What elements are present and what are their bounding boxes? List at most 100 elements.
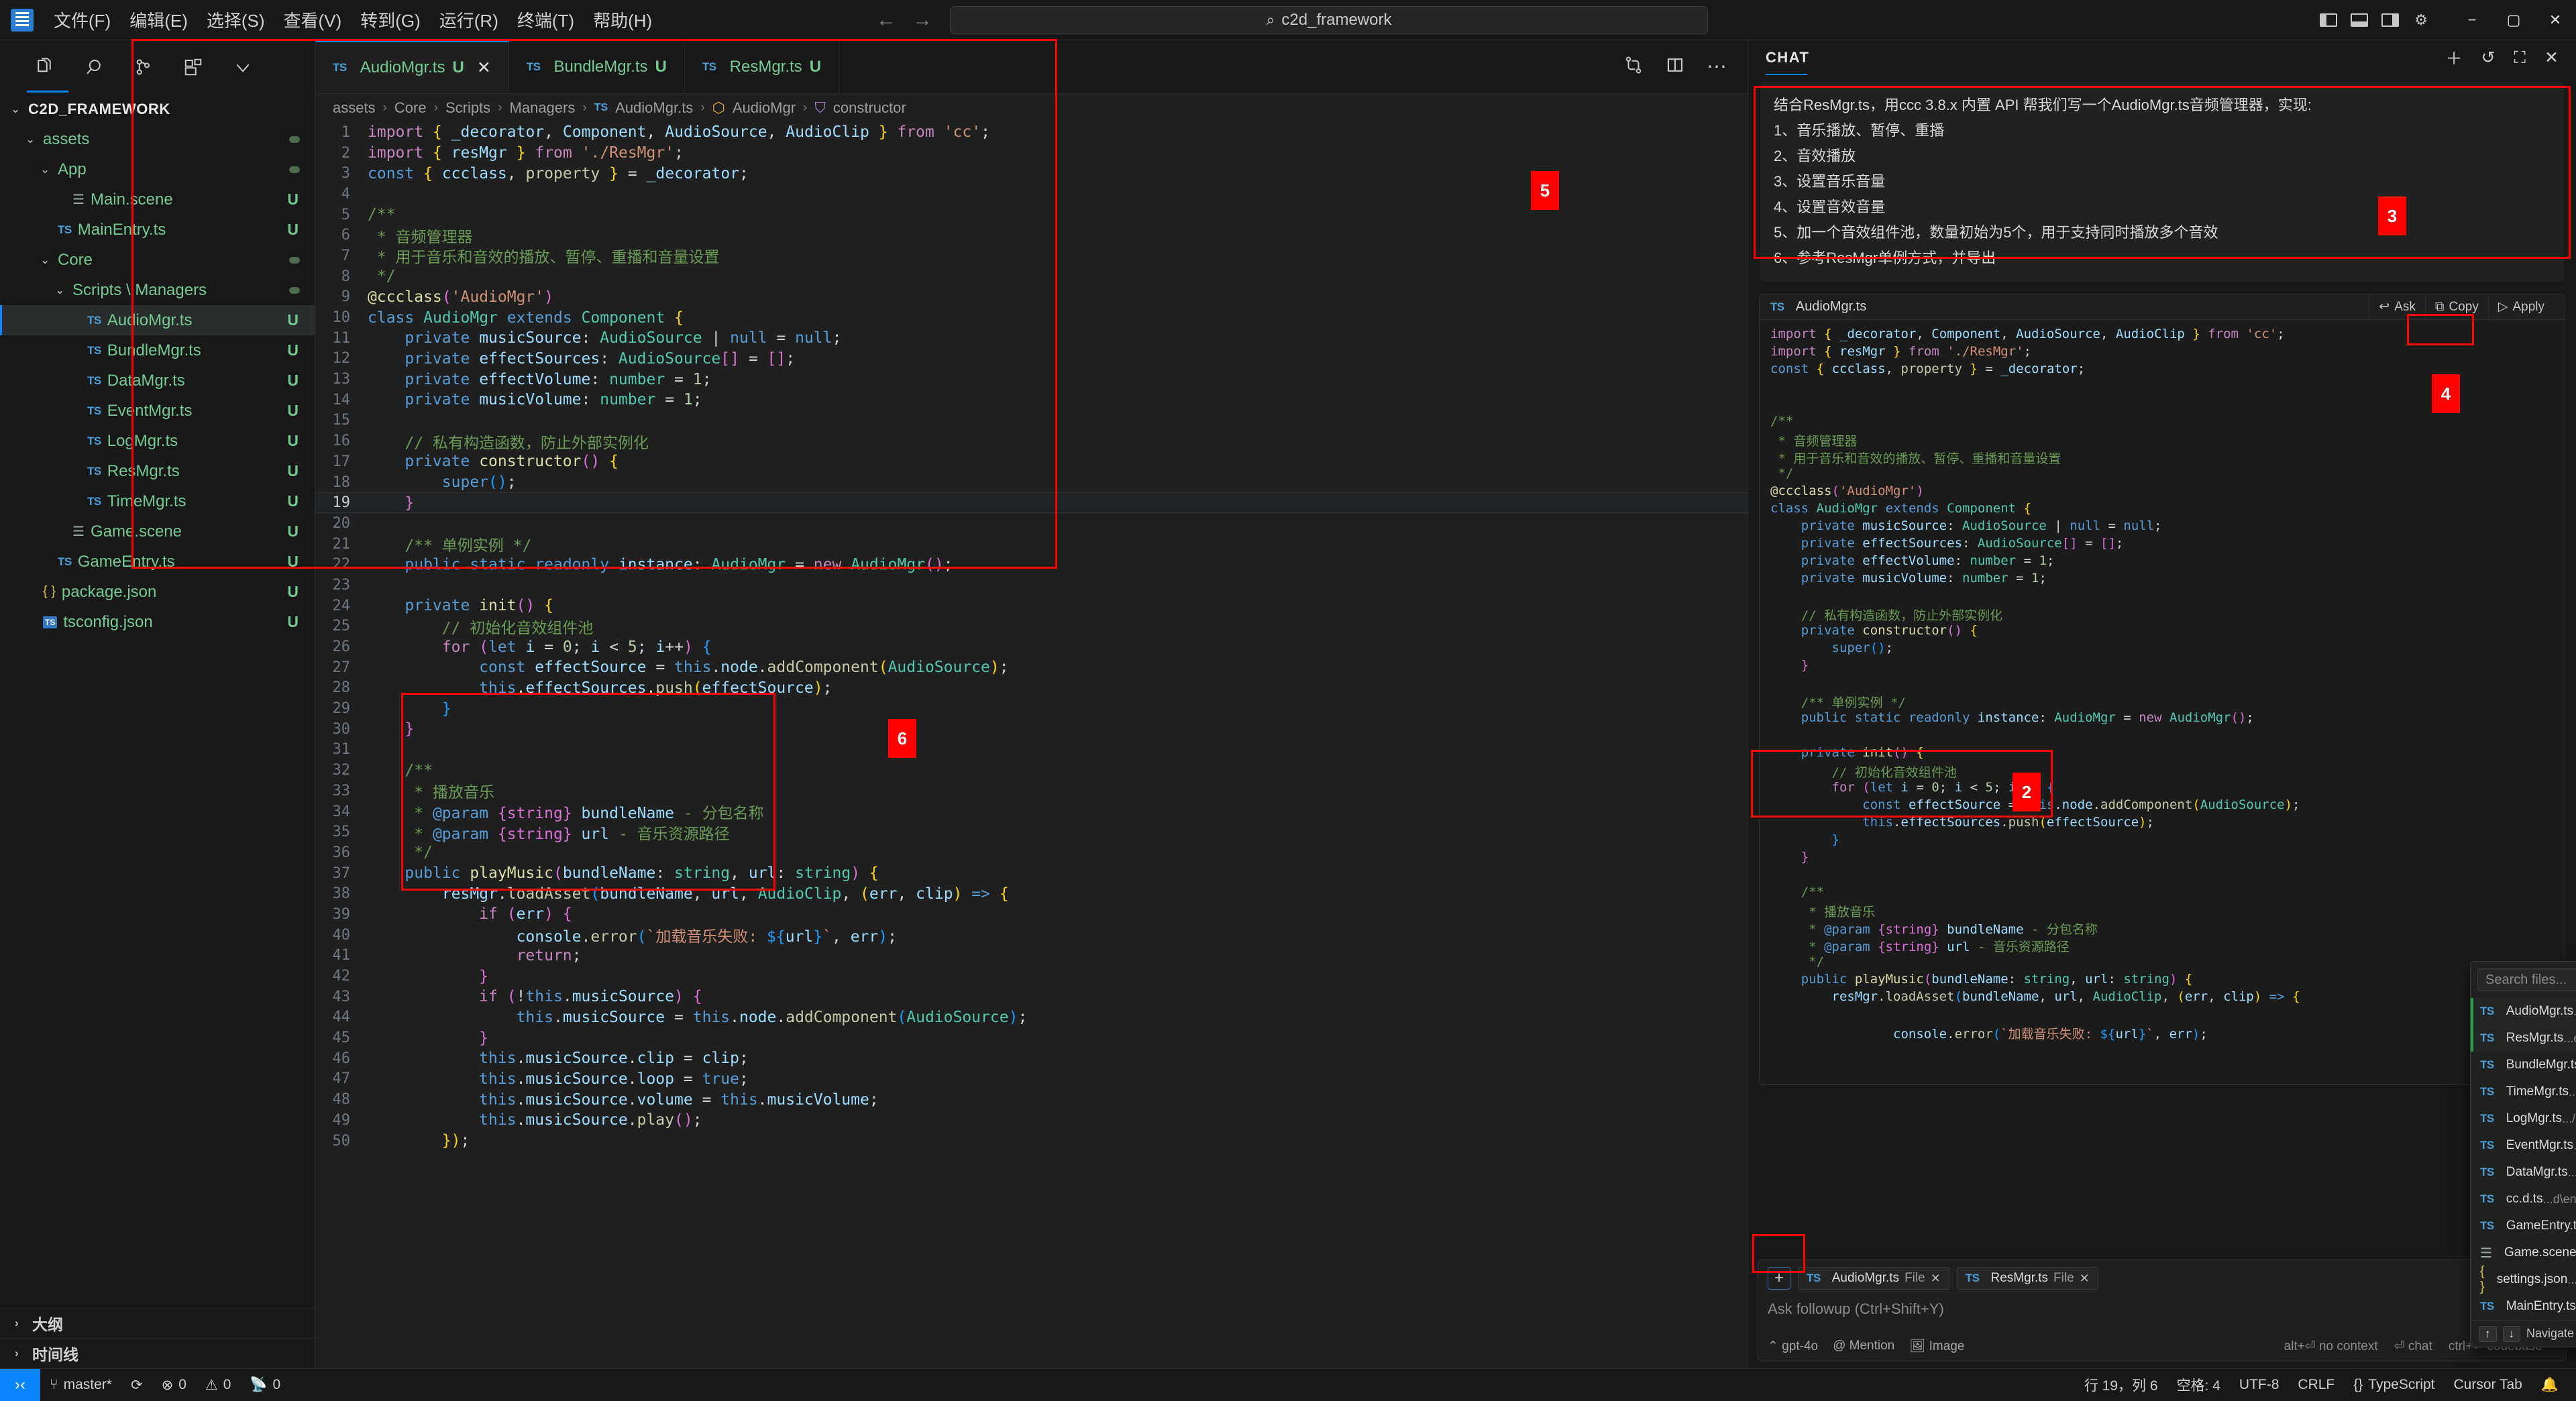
- tab-audiomgr[interactable]: TS AudioMgr.ts U ✕: [315, 40, 509, 93]
- code-line[interactable]: 7 * 用于音乐和音效的播放、暂停、重播和音量设置: [315, 245, 1748, 267]
- code-line[interactable]: 20: [315, 513, 1748, 534]
- code-line[interactable]: 19 }: [315, 492, 1748, 514]
- remote-window-icon[interactable]: ›‹: [0, 1368, 40, 1401]
- image-button[interactable]: 🖼 Image: [1909, 1338, 1964, 1354]
- code-line[interactable]: 30 }: [315, 719, 1748, 740]
- code-line[interactable]: 29 }: [315, 698, 1748, 719]
- chat-followup-input[interactable]: Ask followup (Ctrl+Shift+Y): [1768, 1300, 2557, 1318]
- code-line[interactable]: 27 const effectSource = this.node.addCom…: [315, 657, 1748, 678]
- code-line[interactable]: 25 // 初始化音效组件池: [315, 616, 1748, 637]
- model-selector[interactable]: ⌃ gpt-4o: [1768, 1339, 1818, 1354]
- tab-resmgr[interactable]: TS ResMgr.ts U: [684, 40, 840, 93]
- file-search-input[interactable]: Search files...: [2477, 968, 2576, 991]
- explorer-icon[interactable]: [32, 55, 56, 79]
- code-line[interactable]: 16 // 私有构造函数，防止外部实例化: [315, 431, 1748, 452]
- code-line[interactable]: 21 /** 单例实例 */: [315, 534, 1748, 555]
- code-line[interactable]: 36 */: [315, 842, 1748, 863]
- chevron-down-icon[interactable]: ⌄: [55, 284, 72, 297]
- breadcrumb-scripts[interactable]: Scripts: [445, 99, 490, 117]
- breadcrumb-class[interactable]: AudioMgr: [733, 99, 796, 117]
- status-eol[interactable]: CRLF: [2288, 1377, 2344, 1393]
- breadcrumb-assets[interactable]: assets: [333, 99, 376, 117]
- close-icon[interactable]: ✕: [1931, 1272, 1941, 1286]
- breadcrumb-core[interactable]: Core: [394, 99, 427, 117]
- tree-item-tsconfig-json[interactable]: TS tsconfig.json U: [0, 607, 315, 637]
- menu-terminal[interactable]: 终端(T): [508, 3, 584, 36]
- more-actions-icon[interactable]: ⋯: [1707, 55, 1729, 78]
- arrow-left-icon[interactable]: ←: [868, 9, 904, 32]
- tree-item-audiomgr-ts[interactable]: TS AudioMgr.ts U: [0, 305, 315, 335]
- tree-item-datamgr-ts[interactable]: TS DataMgr.ts U: [0, 366, 315, 396]
- tree-item-timemgr-ts[interactable]: TS TimeMgr.ts U: [0, 486, 315, 516]
- history-icon[interactable]: ↺: [2481, 48, 2496, 68]
- split-editor-icon[interactable]: [1665, 55, 1685, 78]
- file-picker-item[interactable]: ☰Game.sceneassets/Core/Game.scene: [2471, 1239, 2576, 1266]
- code-line[interactable]: 50 });: [315, 1131, 1748, 1152]
- code-line[interactable]: 13 private effectVolume: number = 1;: [315, 369, 1748, 390]
- code-line[interactable]: 48 this.musicSource.volume = this.musicV…: [315, 1089, 1748, 1110]
- bell-icon[interactable]: 🔔: [2532, 1377, 2576, 1393]
- code-line[interactable]: 44 this.musicSource = this.node.addCompo…: [315, 1007, 1748, 1028]
- apply-button[interactable]: ▷ Apply: [2487, 294, 2554, 320]
- status-cursor-position[interactable]: 行 19，列 6: [2075, 1375, 2167, 1395]
- tree-item-main-scene[interactable]: ☰ Main.scene U: [0, 184, 315, 215]
- gear-icon[interactable]: ⚙: [2406, 5, 2436, 36]
- file-picker-item[interactable]: TS ResMgr.ts...e/Scripts/Managers/ResMgr.…: [2471, 1025, 2576, 1052]
- close-icon[interactable]: ✕: [477, 58, 491, 78]
- code-line[interactable]: 28 this.effectSources.push(effectSource)…: [315, 678, 1748, 699]
- tree-item-scripts-managers[interactable]: ⌄ Scripts \ Managers: [0, 275, 315, 305]
- status-warnings[interactable]: ⚠ 0: [196, 1377, 241, 1394]
- file-picker-item[interactable]: TS AudioMgr.ts...pts/Managers/AudioMgr.ts: [2471, 998, 2576, 1025]
- arrow-right-icon[interactable]: →: [904, 9, 941, 32]
- code-line[interactable]: 49 this.musicSource.play();: [315, 1110, 1748, 1131]
- chevron-down-icon[interactable]: ⌄: [25, 133, 43, 146]
- status-indentation[interactable]: 空格: 4: [2167, 1375, 2230, 1395]
- file-picker-item[interactable]: TSGameEntry.tsassets/Core/GameEntry.ts: [2471, 1213, 2576, 1239]
- code-line[interactable]: 11 private musicSource: AudioSource | nu…: [315, 328, 1748, 349]
- code-line[interactable]: 2 import { resMgr } from './ResMgr';: [315, 143, 1748, 164]
- maximize-chat-icon[interactable]: ⛶: [2514, 48, 2526, 68]
- code-line[interactable]: 47 this.musicSource.loop = true;: [315, 1069, 1748, 1090]
- code-line[interactable]: 38 resMgr.loadAsset(bundleName, url, Aud…: [315, 883, 1748, 904]
- file-picker-item[interactable]: TS EventMgr.ts...ripts/Managers/EventMgr.…: [2471, 1132, 2576, 1159]
- code-line[interactable]: 12 private effectSources: AudioSource[] …: [315, 349, 1748, 370]
- chevron-down-icon[interactable]: ⌄: [11, 103, 28, 116]
- file-picker-item[interactable]: TS LogMgr.ts.../Scripts/Managers/LogMgr.t…: [2471, 1105, 2576, 1132]
- context-chip-resmgr[interactable]: TS ResMgr.ts File ✕: [1956, 1267, 2098, 1290]
- tree-item-logmgr-ts[interactable]: TS LogMgr.ts U: [0, 426, 315, 456]
- menu-run[interactable]: 运行(R): [430, 3, 508, 36]
- status-cursor-tab[interactable]: Cursor Tab: [2445, 1377, 2532, 1393]
- code-line[interactable]: 39 if (err) {: [315, 904, 1748, 925]
- code-line[interactable]: 23: [315, 575, 1748, 596]
- source-control-icon[interactable]: [131, 55, 156, 79]
- command-center-search[interactable]: ⌕ c2d_framework: [950, 5, 1708, 34]
- tree-item-package-json[interactable]: { } package.json U: [0, 577, 315, 607]
- window-close-button[interactable]: ✕: [2534, 0, 2576, 40]
- close-chat-icon[interactable]: ✕: [2544, 48, 2559, 68]
- tree-item-eventmgr-ts[interactable]: TS EventMgr.ts U: [0, 396, 315, 426]
- sidebar-section-outline[interactable]: › 大纲: [0, 1308, 315, 1338]
- tree-item-resmgr-ts[interactable]: TS ResMgr.ts U: [0, 456, 315, 486]
- code-line[interactable]: 33 * 播放音乐: [315, 781, 1748, 802]
- extensions-icon[interactable]: [181, 55, 205, 79]
- toggle-secondary-sidebar-icon[interactable]: [2375, 5, 2406, 36]
- tree-item-gameentry-ts[interactable]: TS GameEntry.ts U: [0, 547, 315, 577]
- status-ports[interactable]: 📡 0: [240, 1377, 290, 1393]
- code-line[interactable]: 6 * 音频管理器: [315, 225, 1748, 246]
- code-line[interactable]: 43 if (!this.musicSource) {: [315, 987, 1748, 1007]
- code-line[interactable]: 22 public static readonly instance: Audi…: [315, 554, 1748, 575]
- tree-item-assets[interactable]: ⌄ assets: [0, 124, 315, 154]
- chevron-down-icon[interactable]: ⌄: [40, 254, 58, 267]
- code-line[interactable]: 14 private musicVolume: number = 1;: [315, 390, 1748, 410]
- window-maximize-button[interactable]: ▢: [2493, 0, 2534, 40]
- tree-item-core[interactable]: ⌄ Core: [0, 245, 315, 275]
- add-context-button[interactable]: +: [1768, 1267, 1790, 1290]
- copy-button[interactable]: ⧉ Copy: [2424, 294, 2488, 320]
- search-icon[interactable]: [82, 55, 106, 79]
- status-encoding[interactable]: UTF-8: [2230, 1377, 2289, 1393]
- status-language-mode[interactable]: {} TypeScript: [2344, 1377, 2444, 1393]
- code-line[interactable]: 18 super();: [315, 472, 1748, 493]
- status-errors[interactable]: ⊗ 0: [152, 1377, 196, 1394]
- code-line[interactable]: 42 }: [315, 966, 1748, 987]
- code-line[interactable]: 31: [315, 740, 1748, 761]
